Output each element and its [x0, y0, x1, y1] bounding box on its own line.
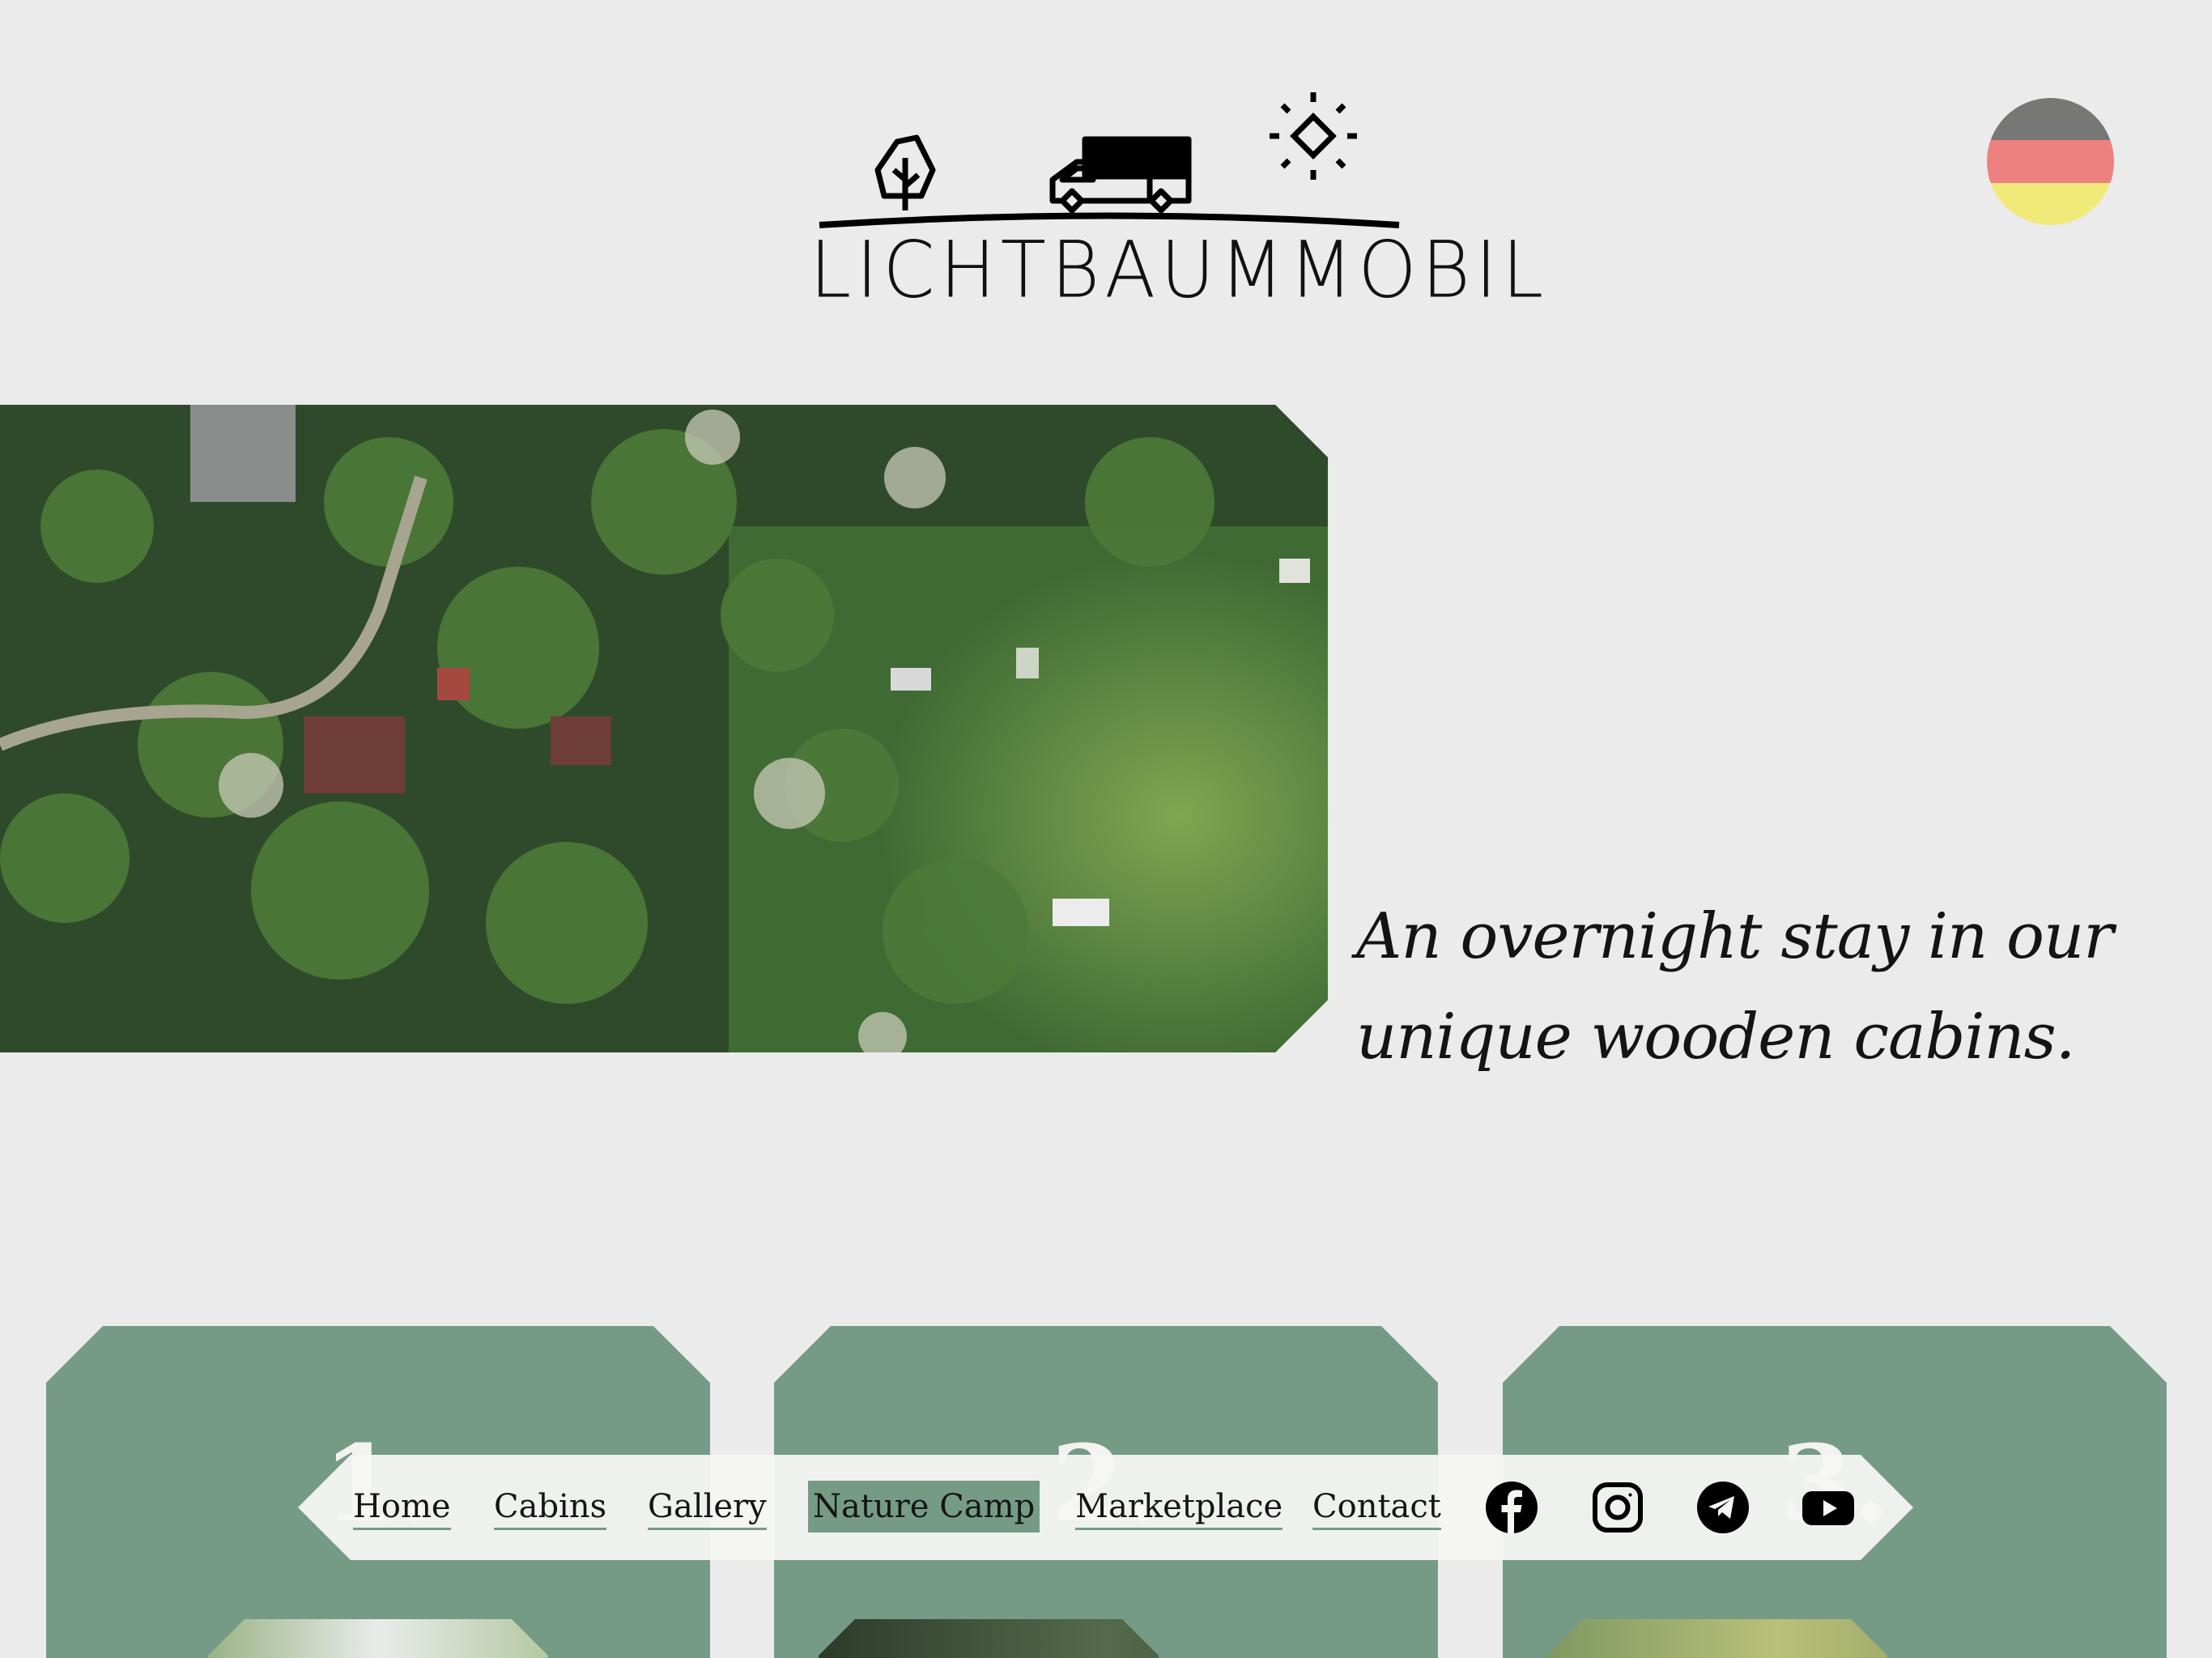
card-photo: [1547, 1619, 1887, 1658]
card-photo: [819, 1619, 1159, 1658]
nav-item-label: Cabins: [494, 1486, 607, 1530]
nav-item-label: Nature Camp: [813, 1488, 1036, 1525]
nav-item-contact[interactable]: Contact: [1312, 1481, 1441, 1533]
camper-truck-icon: [1049, 136, 1192, 214]
facebook-icon[interactable]: [1486, 1482, 1538, 1533]
nav-item-cabins[interactable]: Cabins: [494, 1481, 607, 1533]
hero-aerial-photo: [0, 405, 1328, 1052]
flag-stripe-red: [1987, 140, 2114, 183]
flag-stripe-gold: [1987, 182, 2114, 225]
telegram-icon[interactable]: [1697, 1482, 1749, 1533]
ground-line: [819, 212, 1400, 228]
nav-item-home[interactable]: Home: [353, 1481, 451, 1533]
logo-wordmark: LICHTBAUMMOBIL: [810, 224, 1549, 316]
nav-item-marketplace[interactable]: Marketplace: [1075, 1481, 1283, 1533]
tree-icon: [874, 134, 936, 210]
nav-item-label: Marketplace: [1075, 1486, 1283, 1530]
nav-item-gallery[interactable]: Gallery: [648, 1481, 767, 1533]
language-switch-german-flag-icon[interactable]: [1987, 98, 2114, 225]
main-navigation: Home Cabins Gallery Nature Camp Marketpl…: [298, 1455, 1913, 1560]
nav-item-label: Home: [353, 1486, 451, 1530]
card-photo: [208, 1619, 548, 1658]
hero-tagline: An overnight stay in our unique wooden c…: [1356, 900, 2114, 1073]
site-logo[interactable]: LICHTBAUMMOBIL: [810, 89, 1549, 316]
nav-item-label: Gallery: [648, 1486, 767, 1530]
flag-stripe-black: [1987, 98, 2114, 141]
nav-item-label: Contact: [1312, 1486, 1441, 1530]
instagram-icon[interactable]: [1592, 1482, 1644, 1533]
sun-icon: [1270, 92, 1357, 180]
nav-item-nature-camp[interactable]: Nature Camp: [808, 1481, 1040, 1533]
youtube-icon[interactable]: [1802, 1482, 1854, 1533]
